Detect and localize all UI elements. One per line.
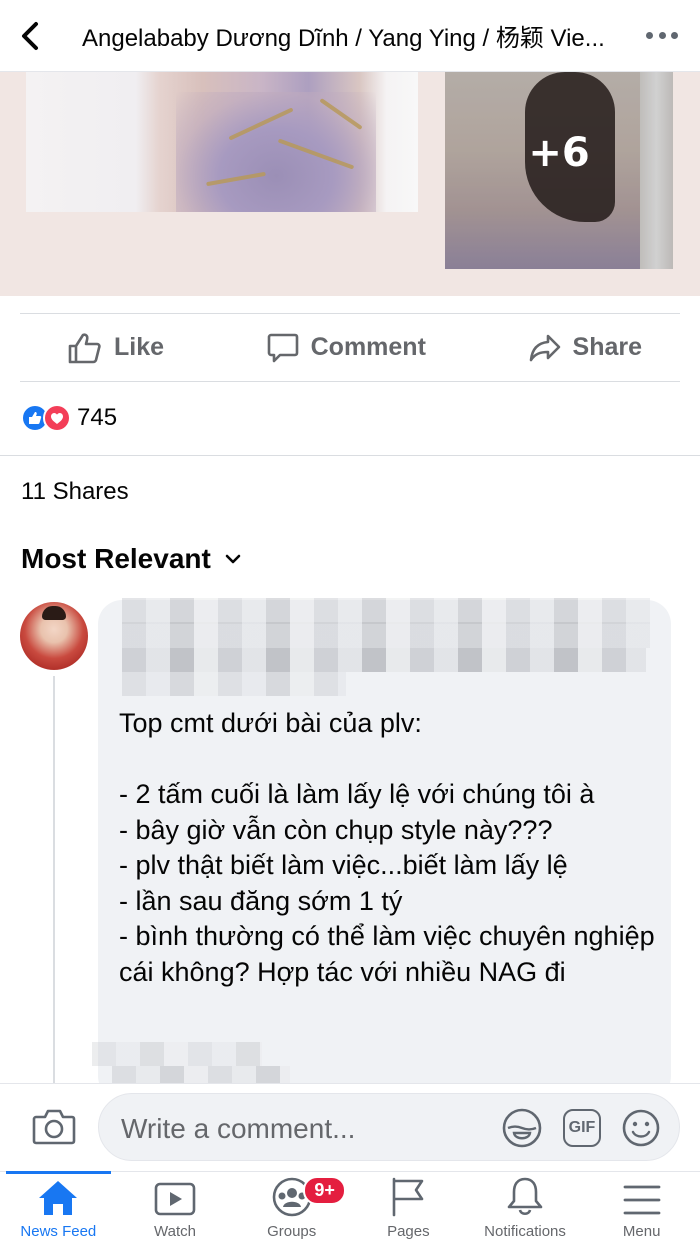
like-button[interactable]: Like <box>68 332 164 364</box>
back-button[interactable] <box>0 0 60 72</box>
share-label: Share <box>572 333 642 361</box>
comment-text: Top cmt dưới bài của plv: - 2 tấm cuối l… <box>119 708 655 987</box>
reaction-count: 745 <box>77 404 118 431</box>
flag-icon <box>393 1177 424 1217</box>
chevron-down-icon <box>225 554 241 564</box>
nav-label: News Feed <box>20 1223 97 1240</box>
blurred-commenter-name <box>122 672 346 696</box>
sticker-icon[interactable] <box>501 1107 543 1149</box>
nav-label: Watch <box>154 1223 196 1240</box>
bell-icon <box>507 1177 543 1216</box>
comment-button[interactable]: Comment <box>267 332 426 364</box>
comment-bubble-icon <box>267 333 298 362</box>
nav-label: Groups <box>267 1223 317 1240</box>
blurred-reply <box>92 1042 262 1066</box>
gif-icon: GIF <box>568 1119 596 1136</box>
like-label: Like <box>114 333 165 361</box>
nav-groups[interactable]: 9+ Groups <box>233 1172 350 1244</box>
camera-button[interactable] <box>32 1108 76 1151</box>
nav-watch[interactable]: Watch <box>117 1172 234 1244</box>
dress-illustration <box>176 92 376 212</box>
dot-icon <box>658 31 666 39</box>
comment-composer: Write a comment... GIF <box>0 1083 700 1171</box>
nav-label: Pages <box>387 1223 430 1240</box>
reactions-summary[interactable]: 745 <box>21 404 117 432</box>
comment-input[interactable]: Write a comment... GIF <box>98 1093 680 1161</box>
watch-icon <box>154 1182 196 1216</box>
nav-label: Menu <box>622 1223 661 1240</box>
photo-grid: +6 <box>0 72 700 296</box>
nav-pages[interactable]: Pages <box>350 1172 467 1244</box>
share-button[interactable]: Share <box>529 333 642 363</box>
nav-news-feed[interactable]: News Feed <box>0 1171 117 1244</box>
thread-line <box>53 676 55 1086</box>
post-photo-main[interactable] <box>26 72 418 212</box>
groups-badge: 9+ <box>303 1176 346 1205</box>
comment-sort-dropdown[interactable]: Most Relevant <box>21 543 241 575</box>
share-count[interactable]: 11 Shares <box>21 478 129 506</box>
gif-button[interactable]: GIF <box>563 1109 601 1147</box>
top-bar: Angelababy Dương Dĩnh / Yang Ying / 杨颖 V… <box>0 0 700 72</box>
back-arrow-icon <box>22 21 38 50</box>
blurred-commenter-name <box>122 648 646 672</box>
commenter-avatar[interactable] <box>20 602 88 670</box>
nav-label: Notifications <box>484 1223 566 1240</box>
blurred-commenter-name <box>122 598 650 624</box>
page-title: Angelababy Dương Dĩnh / Yang Ying / 杨颖 V… <box>82 25 605 52</box>
bottom-nav: News Feed Watch 9+ Groups Pages Notifica… <box>0 1171 700 1244</box>
emoji-icon[interactable] <box>621 1108 661 1148</box>
nav-menu[interactable]: Menu <box>583 1172 700 1244</box>
divider <box>0 455 700 456</box>
dot-icon <box>646 31 653 39</box>
camera-icon <box>32 1109 76 1145</box>
home-icon <box>39 1181 78 1215</box>
sort-label: Most Relevant <box>21 543 211 574</box>
nav-notifications[interactable]: Notifications <box>467 1172 584 1244</box>
thumbs-up-icon <box>68 332 101 363</box>
comment-label: Comment <box>310 333 426 361</box>
love-reaction-icon <box>43 404 71 432</box>
composer-icons: GIF <box>501 1107 661 1149</box>
comment-input-placeholder: Write a comment... <box>121 1113 356 1144</box>
menu-icon <box>623 1185 661 1215</box>
avatar-hair <box>42 606 66 620</box>
dot-icon <box>671 31 678 39</box>
post-actions: Like Comment Share <box>20 313 680 382</box>
more-photos-count: +6 <box>528 130 590 176</box>
share-arrow-icon <box>529 334 560 361</box>
more-options-button[interactable] <box>646 22 678 48</box>
blurred-commenter-name <box>122 622 650 648</box>
